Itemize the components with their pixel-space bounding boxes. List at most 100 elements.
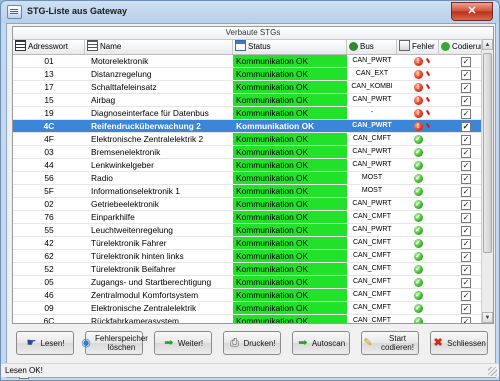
scroll-thumb[interactable]	[483, 53, 492, 253]
scroll-up-icon[interactable]: ▲	[482, 39, 493, 50]
bus-icon	[349, 42, 358, 51]
codierung-checkbox[interactable]: ✓	[461, 316, 471, 323]
codierung-checkbox[interactable]: ✓	[461, 147, 471, 158]
codierung-checkbox[interactable]: ✓	[461, 69, 471, 80]
cell-bus: CAN_CMFT	[352, 252, 392, 259]
cell-adresswort: 01	[44, 56, 54, 66]
cell-fehler[interactable]: ✓	[397, 302, 439, 314]
table-row[interactable]: 02 Getriebeelektronik Kommunikation OK CAN_…	[13, 198, 493, 211]
table-row[interactable]: 44 Lenkwinkelgeber Kommunikation OK CAN_PWR…	[13, 159, 493, 172]
autoscan-button[interactable]: ➡ Autoscan	[292, 331, 350, 355]
codierung-checkbox[interactable]: ✓	[461, 264, 471, 275]
table-row[interactable]: 6C Rückfahrkamerasystem Kommunikation OK CA…	[13, 315, 493, 323]
table-row[interactable]: 15 Airbag Kommunikation OK CAN_PWRT! ✓	[13, 94, 493, 107]
table-row[interactable]: 46 Zentralmodul Komfortsystem Kommunikatio…	[13, 289, 493, 302]
scroll-down-icon[interactable]: ▼	[482, 312, 493, 323]
ok-icon: ✓	[413, 291, 423, 301]
codierung-checkbox[interactable]: ✓	[461, 173, 471, 184]
codierung-checkbox[interactable]: ✓	[461, 225, 471, 236]
table-row[interactable]: 5F Informationselektronik 1 Kommunikation …	[13, 185, 493, 198]
cell-fehler[interactable]: ✓	[397, 146, 439, 158]
table-row[interactable]: 03 Bremsenelektronik Kommunikation OK CAN_P…	[13, 146, 493, 159]
lesen-button[interactable]: ☛ Lesen!	[16, 331, 74, 355]
codierung-checkbox[interactable]: ✓	[461, 160, 471, 171]
start-codieren-button[interactable]: ✎ Start codieren!	[361, 331, 419, 355]
cell-fehler[interactable]: !	[397, 107, 439, 119]
column-header-fehler[interactable]: Fehler	[397, 40, 439, 54]
cell-name: Leuchtweitenregelung	[91, 225, 173, 235]
cell-fehler[interactable]: ✓	[397, 289, 439, 301]
codierung-checkbox[interactable]: ✓	[461, 56, 471, 67]
cell-fehler[interactable]: !	[397, 94, 439, 106]
table-row[interactable]: 17 Schalttafeleinsatz Kommunikation OK CAN_…	[13, 81, 493, 94]
table-row[interactable]: 4F Elektronische Zentralelektrik 2 Kommuni…	[13, 133, 493, 146]
cell-adresswort: 46	[44, 290, 54, 300]
cell-adresswort: 55	[44, 225, 54, 235]
cell-fehler[interactable]: ✓	[397, 237, 439, 249]
codierung-checkbox[interactable]: ✓	[461, 238, 471, 249]
cell-name: Türelektronik hinten links	[91, 251, 184, 261]
table-row[interactable]: 42 Türelektronik Fahrer Kommunikation OK CA…	[13, 237, 493, 250]
cell-name: Reifendrucküberwachung 2	[85, 120, 233, 132]
table-row[interactable]: 13 Distanzregelung Kommunikation OK CAN_EXT…	[13, 68, 493, 81]
table-row[interactable]: 09 Elektronische Zentralelektrik Kommunika…	[13, 302, 493, 315]
cell-fehler[interactable]: ✓	[397, 198, 439, 210]
cell-fehler[interactable]: ✓	[397, 159, 439, 171]
close-button[interactable]: ✕	[451, 2, 493, 21]
cell-fehler[interactable]: !	[397, 81, 439, 93]
table-row[interactable]: 05 Zugangs- und Startberechtigung Kommunik…	[13, 276, 493, 289]
cell-fehler[interactable]: ✓	[397, 133, 439, 145]
codierung-checkbox[interactable]: ✓	[461, 121, 471, 132]
cell-fehler[interactable]: !	[397, 120, 439, 132]
drucken-button[interactable]: ⎙ Drucken!	[223, 331, 281, 355]
table-row[interactable]: 55 Leuchtweitenregelung Kommunikation OK CA…	[13, 224, 493, 237]
column-header-adresswort[interactable]: Adresswort	[13, 40, 85, 54]
table-row[interactable]: 01 Motorelektronik Kommunikation OK CAN_PWR…	[13, 55, 493, 68]
column-header-status[interactable]: Status	[233, 40, 347, 54]
error-icon: !	[413, 70, 423, 80]
codierung-checkbox[interactable]: ✓	[461, 290, 471, 301]
cell-adresswort: 76	[44, 212, 54, 222]
table-row[interactable]: 52 Türelektronik Beifahrer Kommunikation O…	[13, 263, 493, 276]
codierung-checkbox[interactable]: ✓	[461, 82, 471, 93]
stg-grid[interactable]: Verbaute STGs Adresswort Name Status Bus…	[12, 26, 494, 324]
cell-fehler[interactable]: ✓	[397, 250, 439, 262]
cell-fehler[interactable]: !	[397, 55, 439, 67]
codierung-checkbox[interactable]: ✓	[461, 277, 471, 288]
table-row[interactable]: 76 Einparkhilfe Kommunikation OK CAN_CMFT ✓ ✓	[13, 211, 493, 224]
ok-icon: ✓	[413, 265, 423, 275]
codierung-checkbox[interactable]: ✓	[461, 199, 471, 210]
codierung-checkbox[interactable]: ✓	[461, 108, 471, 119]
cell-fehler[interactable]: ✓	[397, 276, 439, 288]
resize-grip-icon[interactable]	[488, 367, 497, 376]
table-row[interactable]: 56 Radio Kommunikation OK MOST ✓ ✓	[13, 172, 493, 185]
weiter-button[interactable]: ➡ Weiter!	[154, 331, 212, 355]
codierung-checkbox[interactable]: ✓	[461, 303, 471, 314]
cell-name: Bremsenelektronik	[91, 147, 161, 157]
codierung-checkbox[interactable]: ✓	[461, 134, 471, 145]
red-marker-icon	[425, 83, 431, 90]
fehlerspeicher-loeschen-button[interactable]: ◉ Fehlerspeicher löschen	[81, 331, 148, 355]
table-row[interactable]: 19 Diagnoseinterface für Datenbus Kommunik…	[13, 107, 493, 120]
cell-fehler[interactable]: ✓	[397, 211, 439, 223]
app-icon	[7, 5, 22, 19]
table-row[interactable]: 62 Türelektronik hinten links Kommunikatio…	[13, 250, 493, 263]
schliessen-button[interactable]: ✖ Schliessen	[430, 331, 488, 355]
cell-fehler[interactable]: ✓	[397, 315, 439, 323]
cell-fehler[interactable]: ✓	[397, 172, 439, 184]
column-header-name[interactable]: Name	[85, 40, 233, 54]
codierung-checkbox[interactable]: ✓	[461, 251, 471, 262]
table-row[interactable]: 4C Reifendrucküberwachung 2 Kommunikation …	[13, 120, 493, 133]
column-header-bus[interactable]: Bus	[347, 40, 397, 54]
codierung-checkbox[interactable]: ✓	[461, 212, 471, 223]
cell-bus: MOST	[361, 187, 383, 194]
cell-fehler[interactable]: ✓	[397, 185, 439, 197]
cell-fehler[interactable]: ✓	[397, 263, 439, 275]
printer-icon: ⎙	[230, 336, 239, 349]
cell-fehler[interactable]: ✓	[397, 224, 439, 236]
vertical-scrollbar[interactable]: ▲ ▼	[481, 39, 493, 323]
codierung-checkbox[interactable]: ✓	[461, 186, 471, 197]
cell-fehler[interactable]: !	[397, 68, 439, 80]
codierung-checkbox[interactable]: ✓	[461, 95, 471, 106]
clear-memory-icon: ◉	[81, 336, 91, 349]
